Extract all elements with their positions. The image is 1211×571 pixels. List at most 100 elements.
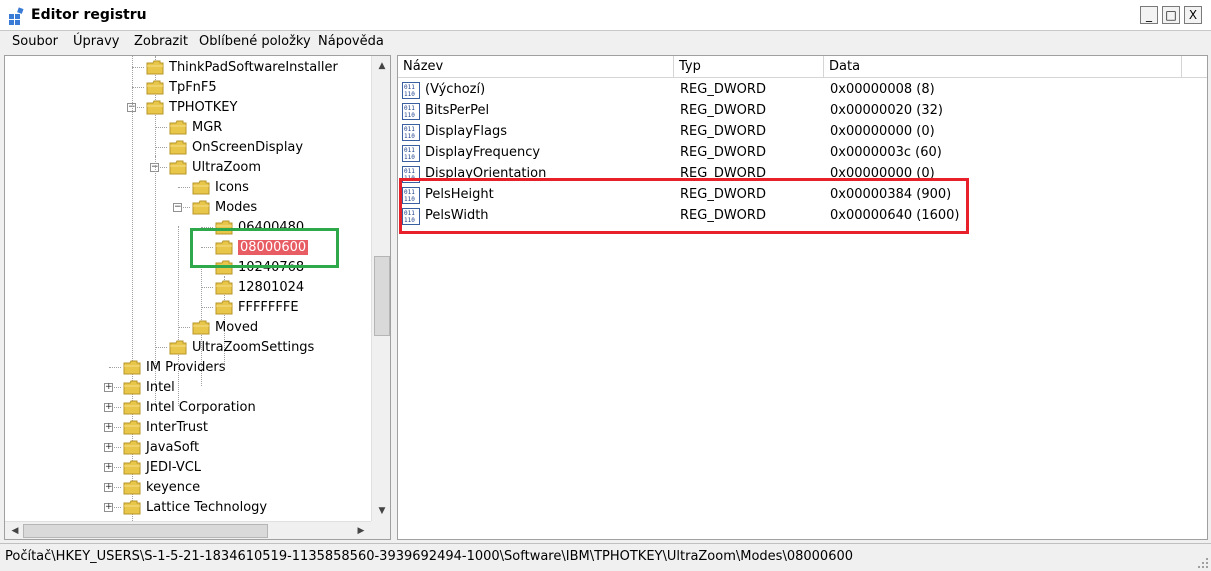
tree-item[interactable]: JavaSoft xyxy=(123,437,199,457)
highlight-box-red xyxy=(399,178,969,234)
tree-item-label: TPHOTKEY xyxy=(169,99,238,115)
menu-zobrazit[interactable]: Zobrazit xyxy=(134,34,188,49)
highlight-box-green xyxy=(190,228,339,268)
tree-item[interactable]: JEDI-VCL xyxy=(123,457,201,477)
tree-guide-line xyxy=(178,226,179,406)
maximize-button[interactable]: □ xyxy=(1162,6,1180,24)
tree-item-label: UltraZoom xyxy=(192,159,262,175)
folder-icon xyxy=(169,340,187,354)
expand-icon[interactable]: + xyxy=(104,443,113,452)
svg-text:011: 011 xyxy=(404,105,415,112)
folder-icon xyxy=(123,440,141,454)
tree-item[interactable]: MGR xyxy=(169,117,222,137)
minimize-button[interactable]: _ xyxy=(1140,6,1158,24)
tree-item-label: JavaSoft xyxy=(146,439,200,455)
column-header-data[interactable]: Data xyxy=(824,56,1182,78)
table-row[interactable]: 011 110 DisplayFlags REG_DWORD 0x00000000 (0… xyxy=(398,122,1207,143)
tree-connector xyxy=(155,147,167,148)
table-row[interactable]: 011 110 DisplayFrequency REG_DWORD 0x0000003… xyxy=(398,143,1207,164)
folder-icon xyxy=(169,140,187,154)
menu-soubor[interactable]: Soubor xyxy=(12,34,58,49)
table-row[interactable]: 011 110 (Výchozí) REG_DWORD 0x00000008 (8) xyxy=(398,80,1207,101)
expand-icon[interactable]: + xyxy=(104,503,113,512)
tree-item[interactable]: TPHOTKEY xyxy=(146,97,237,117)
tree-item[interactable]: TpFnF5 xyxy=(146,77,217,97)
folder-icon xyxy=(146,60,164,74)
tree-item-label: keyence xyxy=(146,479,201,495)
tree-item[interactable]: Modes xyxy=(192,197,257,217)
key-tree[interactable]: − − − + + + + + + + ThinkPadSoftwareInstaller TpFn… xyxy=(4,55,391,540)
tree-item[interactable]: Lattice Technology xyxy=(123,497,267,517)
title-bar: Editor registru _ □ X xyxy=(0,0,1211,31)
folder-icon xyxy=(169,120,187,134)
tree-item-label: JEDI-VCL xyxy=(146,459,202,475)
scroll-left-icon[interactable]: ◀ xyxy=(5,522,25,539)
tree-item[interactable]: IM Providers xyxy=(123,357,225,377)
minimize-icon: _ xyxy=(1146,8,1152,22)
cell-name: BitsPerPel xyxy=(425,103,490,118)
tree-vertical-scrollbar[interactable]: ▲ ▼ xyxy=(371,56,390,521)
expand-icon[interactable]: + xyxy=(104,463,113,472)
expand-icon[interactable]: + xyxy=(104,423,113,432)
folder-icon xyxy=(192,200,210,214)
tree-item-label: Intel xyxy=(146,379,175,395)
tree-item-label: TpFnF5 xyxy=(169,79,217,95)
tree-connector xyxy=(132,67,144,68)
tree-connector xyxy=(155,347,167,348)
tree-item[interactable]: OnScreenDisplay xyxy=(169,137,303,157)
reg-dword-icon: 011110 xyxy=(402,145,420,162)
menu-upravy[interactable]: Úpravy xyxy=(73,34,119,49)
scrollbar-thumb[interactable] xyxy=(374,256,390,336)
expand-icon[interactable]: + xyxy=(104,403,113,412)
collapse-icon[interactable]: − xyxy=(173,203,182,212)
folder-icon xyxy=(123,460,141,474)
tree-item[interactable]: Intel Corporation xyxy=(123,397,256,417)
cell-type: REG_DWORD xyxy=(680,82,766,97)
tree-connector xyxy=(201,307,213,308)
tree-item[interactable]: FFFFFFFE xyxy=(215,297,299,317)
folder-icon xyxy=(123,480,141,494)
folder-icon xyxy=(169,160,187,174)
tree-item[interactable]: UltraZoom xyxy=(169,157,261,177)
scroll-down-icon[interactable]: ▼ xyxy=(372,501,390,521)
svg-text:011: 011 xyxy=(404,168,415,175)
tree-item[interactable]: InterTrust xyxy=(123,417,208,437)
close-button[interactable]: X xyxy=(1184,6,1202,24)
tree-connector xyxy=(201,287,213,288)
maximize-icon: □ xyxy=(1165,8,1177,22)
expand-icon[interactable]: + xyxy=(104,383,113,392)
reg-dword-icon: 011110 xyxy=(402,82,420,99)
scroll-up-icon[interactable]: ▲ xyxy=(372,56,390,76)
tree-connector xyxy=(132,87,144,88)
table-row[interactable]: 011 110 BitsPerPel REG_DWORD 0x00000020 (32) xyxy=(398,101,1207,122)
tree-item-label: 12801024 xyxy=(238,279,305,295)
menu-napoveda[interactable]: Nápověda xyxy=(318,34,384,49)
scroll-corner xyxy=(371,521,390,539)
tree-item[interactable]: UltraZoomSettings xyxy=(169,337,314,357)
expand-icon[interactable]: + xyxy=(104,483,113,492)
cell-name: DisplayFlags xyxy=(425,124,507,139)
column-header-name[interactable]: Název xyxy=(398,56,674,78)
tree-item[interactable]: Moved xyxy=(192,317,258,337)
values-list[interactable]: Název Typ Data 011 110 (Výchozí) REG_DWORD 0… xyxy=(397,55,1208,540)
column-header-type[interactable]: Typ xyxy=(674,56,824,78)
cell-data: 0x00000008 (8) xyxy=(830,82,935,97)
tree-item[interactable]: Icons xyxy=(192,177,249,197)
menu-bar: Soubor Úpravy Zobrazit Oblíbené položky … xyxy=(0,31,1211,53)
folder-icon xyxy=(123,500,141,514)
resize-grip-icon[interactable] xyxy=(1197,557,1209,569)
tree-item[interactable]: Intel xyxy=(123,377,175,397)
tree-connector xyxy=(178,327,190,328)
menu-oblibene[interactable]: Oblíbené položky xyxy=(199,34,311,49)
tree-item[interactable]: 12801024 xyxy=(215,277,304,297)
hscrollbar-thumb[interactable] xyxy=(23,524,268,538)
folder-icon xyxy=(215,280,233,294)
tree-item-label: UltraZoomSettings xyxy=(192,339,315,355)
cell-type: REG_DWORD xyxy=(680,145,766,160)
svg-text:011: 011 xyxy=(404,126,415,133)
tree-item[interactable]: ThinkPadSoftwareInstaller xyxy=(146,57,338,77)
svg-text:110: 110 xyxy=(404,133,415,140)
tree-horizontal-scrollbar[interactable]: ◀ ▶ xyxy=(5,521,371,539)
tree-item[interactable]: keyence xyxy=(123,477,200,497)
scroll-right-icon[interactable]: ▶ xyxy=(351,522,371,539)
